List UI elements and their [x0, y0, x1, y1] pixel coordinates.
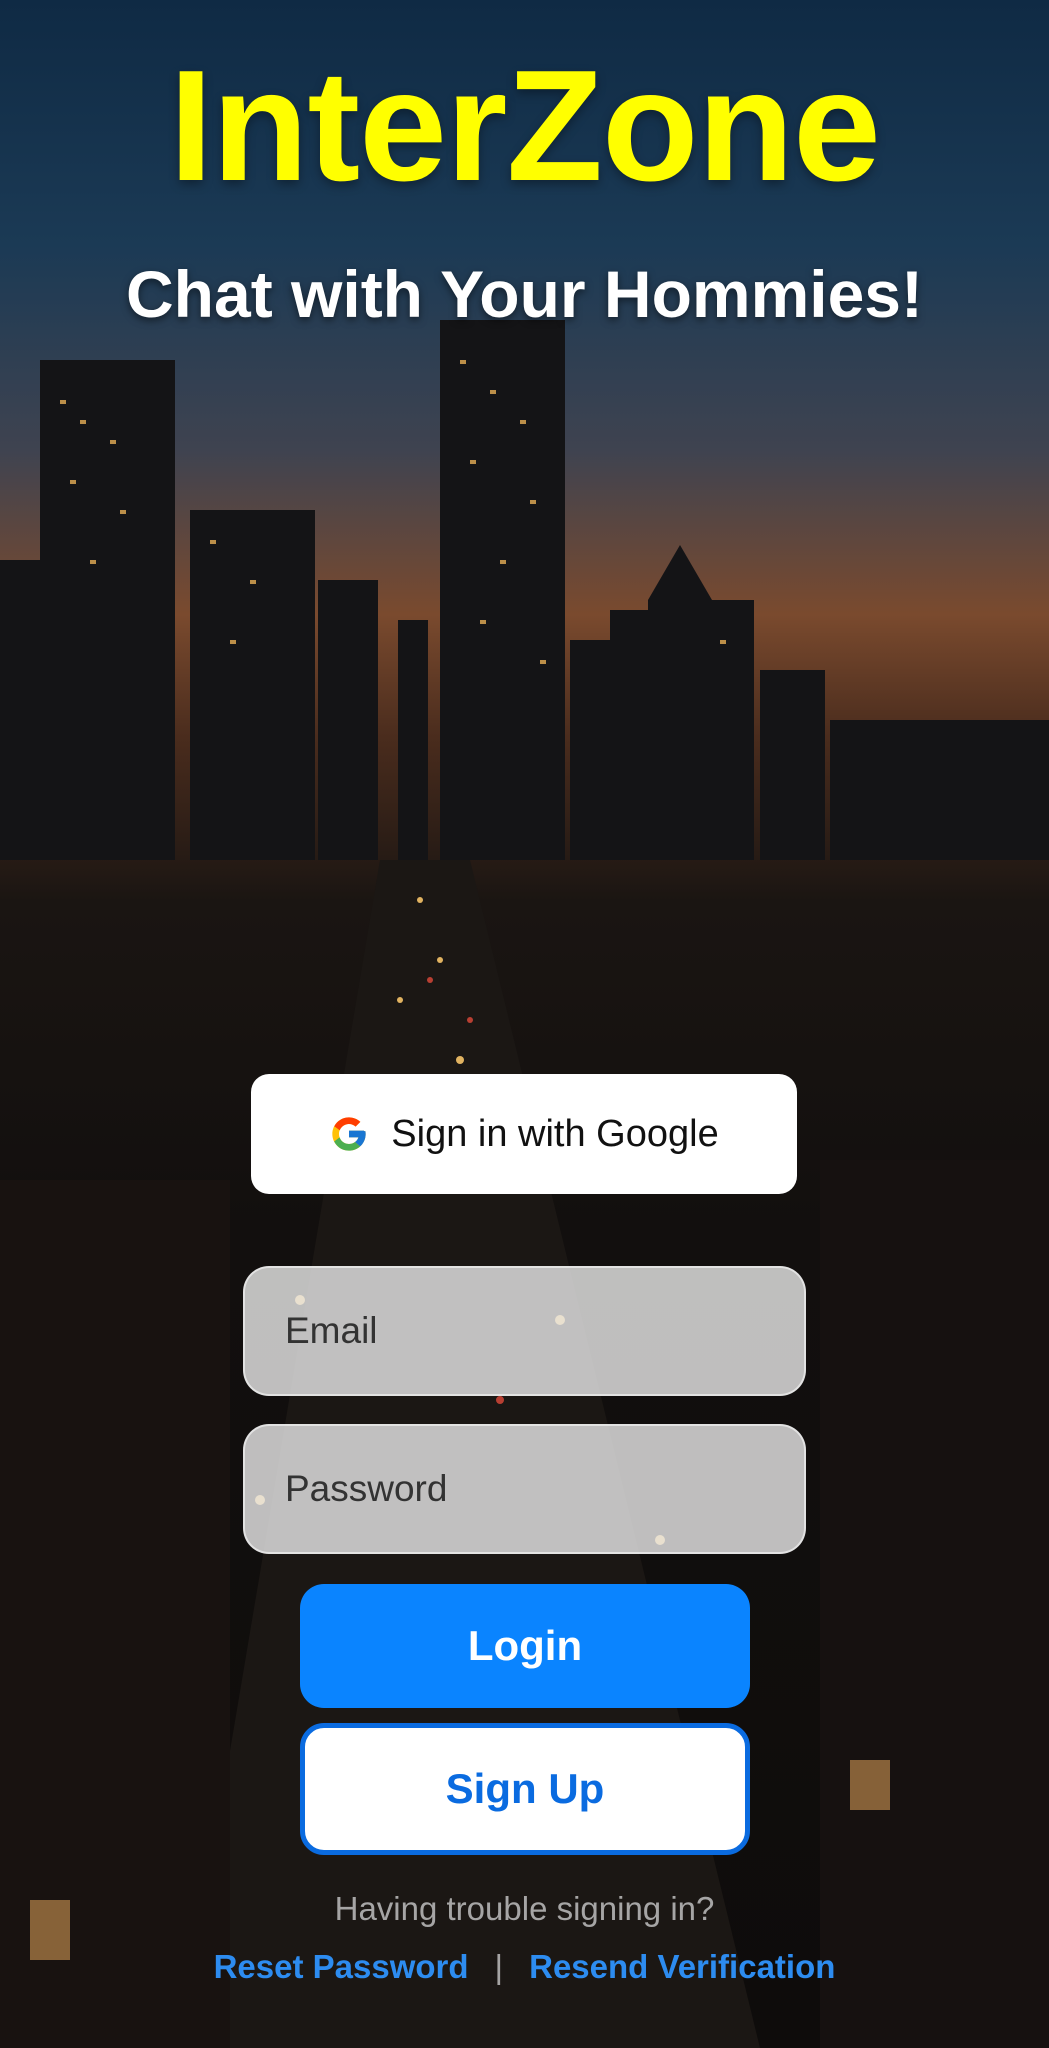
google-sign-in-button[interactable]: Sign in with Google — [251, 1074, 797, 1194]
app-title: InterZone — [169, 38, 881, 214]
resend-verification-link[interactable]: Resend Verification — [529, 1948, 835, 1986]
footer-links: Reset Password | Resend Verification — [0, 1948, 1049, 1986]
trouble-signing-in-text: Having trouble signing in? — [334, 1890, 715, 1927]
sign-up-button[interactable]: Sign Up — [300, 1723, 750, 1855]
password-field[interactable] — [243, 1424, 806, 1554]
email-field[interactable] — [243, 1266, 806, 1396]
app-subtitle: Chat with Your Hommies! — [126, 257, 923, 331]
google-sign-in-label: Sign in with Google — [391, 1112, 719, 1155]
link-separator: | — [494, 1948, 504, 1985]
email-input[interactable] — [285, 1310, 804, 1352]
password-input[interactable] — [285, 1468, 804, 1510]
login-button[interactable]: Login — [300, 1584, 750, 1708]
reset-password-link[interactable]: Reset Password — [214, 1948, 469, 1986]
google-g-icon — [332, 1117, 366, 1151]
